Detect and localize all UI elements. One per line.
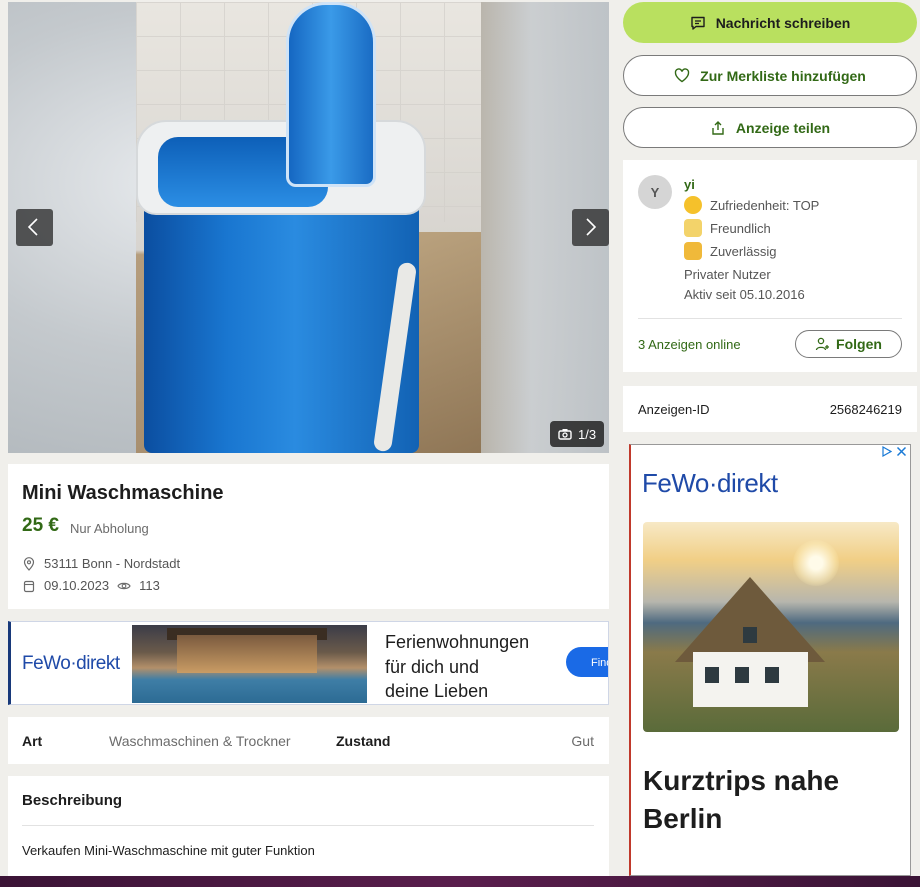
- sidebar-ad-headline-line: Kurztrips nahe: [643, 765, 840, 796]
- image-gallery[interactable]: 1/3: [8, 2, 609, 453]
- banner-ad-headline-line: deine Lieben: [385, 681, 489, 701]
- attributes-card: Art Waschmaschinen & Trockner Zustand Gu…: [8, 717, 609, 764]
- location-pin-icon: [23, 556, 35, 571]
- heart-icon: [674, 68, 690, 83]
- seller-card: Y yi Zufriedenheit: TOP Freundlich Zuver…: [623, 160, 917, 372]
- share-listing-button[interactable]: Anzeige teilen: [623, 107, 917, 148]
- attribute-key: Zustand: [336, 733, 391, 749]
- follow-label: Folgen: [836, 336, 882, 352]
- ad-id-card: Anzeigen-ID 2568246219: [623, 386, 917, 432]
- listing-price: 25 €: [22, 515, 59, 536]
- sidebar-ad-image-window: [705, 667, 719, 683]
- sidebar-ad-image-roof: [675, 577, 825, 662]
- divider: [22, 825, 594, 826]
- friendly-chat-icon: [684, 219, 702, 237]
- avatar[interactable]: Y: [638, 175, 672, 209]
- image-counter-text: 1/3: [578, 426, 597, 442]
- adchoices-icon[interactable]: [881, 446, 892, 457]
- chevron-left-icon: [27, 218, 38, 236]
- seller-active-since: Aktiv seit 05.10.2016: [684, 287, 805, 302]
- seller-badge-label: Freundlich: [710, 220, 771, 236]
- follow-button[interactable]: Folgen: [795, 330, 902, 358]
- sidebar-ad-image-window: [765, 667, 779, 683]
- seller-ads-online-link[interactable]: 3 Anzeigen online: [638, 337, 741, 352]
- banner-ad[interactable]: FeWo·direkt Ferienwohnungen für dich und…: [8, 621, 609, 705]
- seller-type: Privater Nutzer: [684, 267, 771, 282]
- sidebar-ad-image: [643, 522, 899, 732]
- description-heading: Beschreibung: [22, 792, 123, 809]
- seller-name[interactable]: yi: [684, 177, 695, 192]
- sidebar-ad-image-window: [743, 627, 757, 643]
- listing-info-card: Mini Waschmaschine 25 € Nur Abholung 531…: [8, 464, 609, 609]
- seller-badge: Zuverlässig: [684, 242, 776, 260]
- washer-lid: [286, 2, 376, 187]
- listing-photo[interactable]: [136, 2, 481, 453]
- banner-ad-cta-button[interactable]: Find: [566, 647, 608, 677]
- view-count: 113: [139, 578, 160, 593]
- seller-badge-label: Zuverlässig: [710, 243, 777, 259]
- calendar-icon: [23, 580, 35, 592]
- reliable-thumbs-up-icon: [684, 242, 702, 260]
- seller-badge: Freundlich: [684, 219, 771, 237]
- banner-ad-headline: Ferienwohnungen für dich und deine Liebe…: [385, 630, 529, 704]
- add-to-watchlist-button[interactable]: Zur Merkliste hinzufügen: [623, 55, 917, 96]
- location-text[interactable]: 53111 Bonn - Nordstadt: [44, 556, 180, 571]
- banner-ad-image: [132, 625, 367, 703]
- sidebar-ad-headline-line: Berlin: [643, 803, 723, 834]
- laughing-face-icon: [684, 196, 702, 214]
- chevron-right-icon: [586, 218, 597, 236]
- close-icon[interactable]: [896, 446, 907, 457]
- sidebar-ad[interactable]: FeWo·direkt Kurztrips nahe Berlin: [629, 444, 911, 876]
- eye-icon: [117, 582, 131, 589]
- listing-title: Mini Waschmaschine: [22, 482, 224, 504]
- gallery-next-button[interactable]: [572, 209, 609, 246]
- banner-ad-headline-line: Ferienwohnungen: [385, 632, 530, 652]
- gallery-prev-button[interactable]: [16, 209, 53, 246]
- seller-badge-label: Zufriedenheit: TOP: [710, 197, 820, 213]
- attribute-value[interactable]: Waschmaschinen & Trockner: [109, 733, 291, 749]
- send-message-label: Nachricht schreiben: [715, 14, 851, 31]
- share-icon: [712, 120, 724, 135]
- divider: [638, 318, 902, 319]
- send-message-button[interactable]: Nachricht schreiben: [623, 2, 917, 43]
- camera-icon: [558, 429, 572, 440]
- date-views-line: 09.10.2023 113: [22, 578, 160, 593]
- attribute-key: Art: [22, 733, 43, 749]
- ad-id-value: 2568246219: [829, 402, 902, 417]
- post-date: 09.10.2023: [44, 578, 110, 593]
- banner-ad-image-house: [177, 635, 317, 673]
- sidebar-ad-brand: FeWo·direkt: [642, 468, 778, 498]
- ad-id-label: Anzeigen-ID: [638, 402, 710, 417]
- description-card: Beschreibung Verkaufen Mini-Waschmaschin…: [8, 776, 609, 887]
- image-counter: 1/3: [550, 421, 605, 447]
- user-plus-icon: [815, 337, 830, 351]
- sidebar-ad-image-window: [735, 667, 749, 683]
- seller-badge: Zufriedenheit: TOP: [684, 196, 819, 214]
- ad-controls: [881, 446, 907, 457]
- banner-ad-headline-line: für dich und: [385, 656, 480, 677]
- attribute-value: Gut: [571, 733, 594, 749]
- banner-ad-brand: FeWo·direkt: [22, 653, 120, 674]
- description-text: Verkaufen Mini-Waschmaschine mit guter F…: [22, 843, 315, 858]
- footer-strip: [0, 876, 920, 887]
- message-icon: [690, 16, 705, 30]
- share-listing-label: Anzeige teilen: [735, 119, 831, 136]
- sidebar-ad-headline: Kurztrips nahe Berlin: [643, 762, 839, 838]
- shipping-info: Nur Abholung: [70, 521, 149, 536]
- location-line: 53111 Bonn - Nordstadt: [22, 556, 180, 571]
- add-to-watchlist-label: Zur Merkliste hinzufügen: [700, 67, 866, 84]
